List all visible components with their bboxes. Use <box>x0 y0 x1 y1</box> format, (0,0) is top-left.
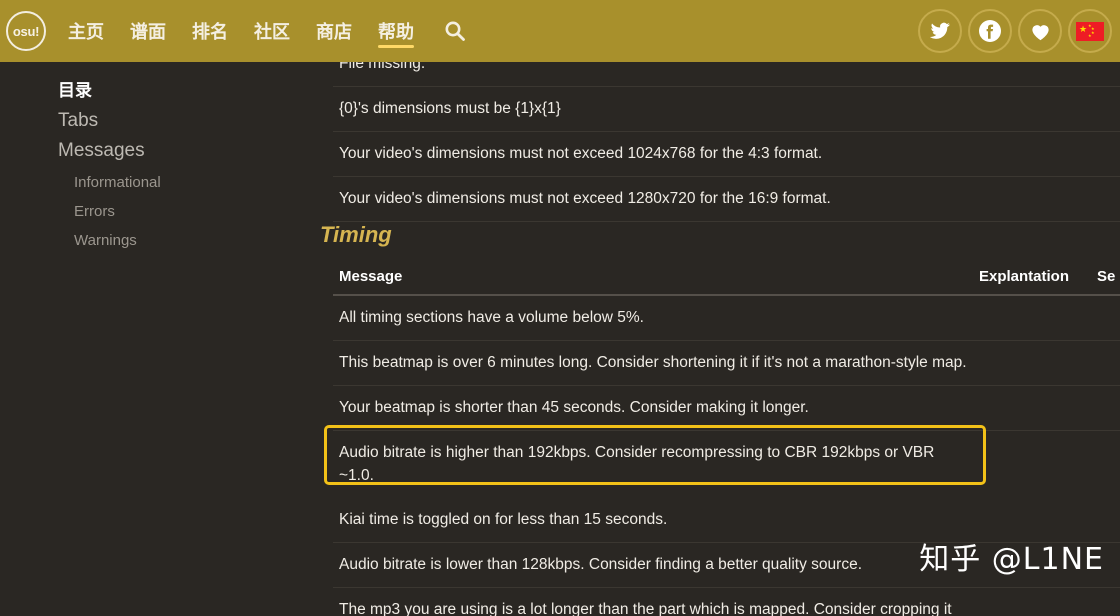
severity-cell <box>1091 131 1120 177</box>
nav-item-help[interactable]: 帮助 <box>378 0 414 62</box>
flag-china-graphic: ★ ★ ★ ★ ★ <box>1076 21 1104 41</box>
nav-item-community[interactable]: 社区 <box>254 0 290 62</box>
section-heading-timing: Timing <box>320 222 392 247</box>
facebook-icon[interactable] <box>968 9 1012 53</box>
explanation-cell <box>973 340 1091 386</box>
sidebar-item-messages-label: Messages <box>58 140 145 161</box>
nav-item-home-label: 主页 <box>68 22 104 42</box>
table-row[interactable]: {0}'s dimensions must be {1}x{1} <box>333 86 1120 132</box>
nav-item-store-label: 商店 <box>316 22 352 42</box>
explanation-cell <box>973 587 1091 616</box>
nav-social-group: ★ ★ ★ ★ ★ <box>912 0 1112 62</box>
severity-cell <box>1091 587 1120 616</box>
watermark: 知乎 @L1NE <box>919 542 1104 577</box>
message-cell: Your video's dimensions must not exceed … <box>333 176 973 222</box>
search-icon[interactable] <box>440 16 470 46</box>
severity-cell <box>1091 385 1120 431</box>
message-cell: Your video's dimensions must not exceed … <box>333 131 973 177</box>
messages-table-previous: File missing. {0}'s dimensions must be {… <box>333 42 1120 222</box>
table-row-highlighted[interactable]: Audio bitrate is higher than 192kbps. Co… <box>333 431 1120 499</box>
severity-cell <box>1091 86 1120 132</box>
message-cell: Kiai time is toggled on for less than 15… <box>333 498 973 543</box>
table-row[interactable]: The mp3 you are using is a lot longer th… <box>333 587 1120 616</box>
nav-item-rankings-label: 排名 <box>192 22 228 42</box>
nav-item-beatmaps-label: 谱面 <box>130 22 166 42</box>
table-row[interactable]: Your video's dimensions must not exceed … <box>333 131 1120 177</box>
message-cell: Audio bitrate is lower than 128kbps. Con… <box>333 542 973 588</box>
severity-cell <box>1091 340 1120 386</box>
explanation-cell <box>973 86 1091 132</box>
nav-item-store[interactable]: 商店 <box>316 0 352 62</box>
explanation-cell <box>973 131 1091 177</box>
nav-item-help-label: 帮助 <box>378 22 414 42</box>
message-cell: {0}'s dimensions must be {1}x{1} <box>333 86 973 132</box>
severity-cell <box>1091 176 1120 222</box>
flag-star-large: ★ <box>1079 23 1088 34</box>
sidebar-toc: 目录 Tabs Messages Informational Errors Wa… <box>0 62 300 616</box>
twitter-icon[interactable] <box>918 9 962 53</box>
message-cell: Audio bitrate is higher than 192kbps. Co… <box>339 444 935 484</box>
sidebar-item-errors[interactable]: Errors <box>74 197 300 226</box>
table-row[interactable]: This beatmap is over 6 minutes long. Con… <box>333 340 1120 386</box>
sidebar-item-informational[interactable]: Informational <box>74 168 300 197</box>
sidebar-title: 目录 <box>58 81 92 100</box>
flag-china-icon[interactable]: ★ ★ ★ ★ ★ <box>1068 9 1112 53</box>
message-cell: All timing sections have a volume below … <box>333 295 973 341</box>
sidebar-item-errors-label: Errors <box>74 203 115 220</box>
osu-logo-label: osu! <box>12 23 40 39</box>
sidebar-item-messages[interactable]: Messages <box>58 138 300 164</box>
severity-cell <box>1091 431 1120 499</box>
sidebar-item-tabs-label: Tabs <box>58 110 99 131</box>
message-cell: Your beatmap is shorter than 45 seconds.… <box>333 385 973 431</box>
main-content: File missing. {0}'s dimensions must be {… <box>320 0 1120 616</box>
severity-cell <box>1091 295 1120 341</box>
sidebar-item-tabs[interactable]: Tabs <box>58 108 300 134</box>
nav-item-community-label: 社区 <box>254 22 290 42</box>
explanation-cell <box>973 176 1091 222</box>
nav-item-home[interactable]: 主页 <box>68 0 104 62</box>
explanation-cell <box>973 385 1091 431</box>
sidebar-item-warnings-label: Warnings <box>74 232 137 249</box>
table-row[interactable]: Your video's dimensions must not exceed … <box>333 176 1120 222</box>
explanation-cell <box>973 295 1091 341</box>
message-cell: This beatmap is over 6 minutes long. Con… <box>333 340 973 386</box>
nav-menu: 主页 谱面 排名 社区 商店 帮助 <box>68 0 470 62</box>
table-header-row: Message Explantation Se <box>333 262 1120 296</box>
sidebar-item-warnings[interactable]: Warnings <box>74 226 300 255</box>
column-header-severity[interactable]: Se <box>1091 262 1120 296</box>
top-navbar: osu! 主页 谱面 排名 社区 商店 帮助 ★ ★ ★ ★ ★ <box>0 0 1120 62</box>
column-header-message[interactable]: Message <box>333 262 973 296</box>
table-row[interactable]: Your beatmap is shorter than 45 seconds.… <box>333 385 1120 431</box>
heart-icon[interactable] <box>1018 9 1062 53</box>
sidebar-item-informational-label: Informational <box>74 174 161 191</box>
nav-item-beatmaps[interactable]: 谱面 <box>130 0 166 62</box>
explanation-cell <box>973 431 1091 499</box>
osu-logo-icon[interactable]: osu! <box>6 11 46 51</box>
column-header-explanation[interactable]: Explantation <box>973 262 1091 296</box>
flag-star-small-4: ★ <box>1088 32 1092 38</box>
message-cell: The mp3 you are using is a lot longer th… <box>333 587 973 616</box>
nav-item-rankings[interactable]: 排名 <box>192 0 228 62</box>
table-row[interactable]: All timing sections have a volume below … <box>333 295 1120 341</box>
